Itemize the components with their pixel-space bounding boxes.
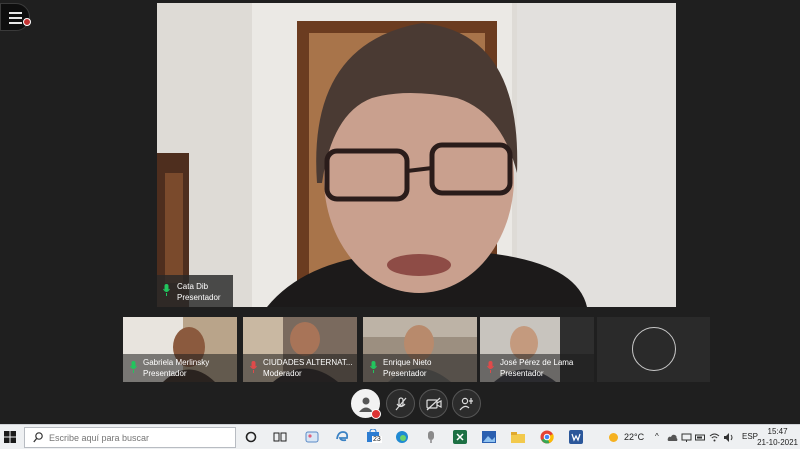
search-input[interactable]	[49, 431, 229, 445]
search-icon	[33, 432, 43, 443]
excel-icon[interactable]	[453, 430, 467, 444]
speaker-name: Cata Dib	[177, 282, 209, 291]
placeholder-circle-icon	[632, 327, 676, 371]
edge-legacy-icon[interactable]	[335, 430, 349, 444]
participant-role: Presentador	[383, 369, 427, 378]
microphone-muted-icon	[250, 361, 257, 373]
microphone-app-icon[interactable]	[424, 430, 438, 444]
store-app[interactable]: 23	[366, 428, 382, 445]
camera-off-icon	[425, 397, 442, 410]
menu-button[interactable]	[0, 3, 31, 31]
empty-participant-slot[interactable]	[597, 317, 710, 382]
microphone-icon	[370, 361, 377, 373]
windows-start-icon[interactable]	[4, 431, 16, 443]
participant-role: Presentador	[500, 369, 544, 378]
image-viewer-icon[interactable]	[482, 430, 496, 444]
edge-icon[interactable]	[395, 430, 409, 444]
battery-icon[interactable]	[695, 432, 706, 443]
chrome-icon[interactable]	[540, 430, 554, 444]
app-badge-count: 23	[372, 436, 382, 443]
onedrive-cloud-icon[interactable]	[667, 432, 678, 443]
taskbar: 23 22°C ^ ESP 15:47 21-10-2021	[0, 424, 800, 449]
status-badge	[371, 409, 381, 419]
volume-icon[interactable]	[723, 432, 734, 443]
user-icon	[358, 397, 373, 412]
participant-name: CIUDADES ALTERNAT...	[263, 358, 353, 367]
participant-tile[interactable]: CIUDADES ALTERNAT... Moderador	[243, 317, 357, 382]
file-explorer-icon[interactable]	[511, 430, 525, 444]
speaker-name-tag: Cata Dib Presentador	[157, 275, 233, 307]
microphone-icon	[163, 284, 170, 296]
clock-date: 21-10-2021	[757, 438, 798, 447]
chevron-up-icon[interactable]: ^	[655, 432, 659, 441]
participant-label: Gabriela Merlinsky Presentador	[123, 354, 237, 382]
participant-tile[interactable]: Enrique Nieto Presentador	[363, 317, 477, 382]
weather-sun-icon[interactable]	[608, 432, 619, 443]
language-indicator[interactable]: ESP	[742, 432, 758, 441]
participant-tile[interactable]: José Pérez de Lama Presentador	[480, 317, 594, 382]
mute-button[interactable]	[386, 389, 415, 418]
raise-hand-icon	[459, 397, 473, 410]
raise-hand-button[interactable]	[452, 389, 481, 418]
microphone-muted-icon	[487, 361, 494, 373]
participant-name: José Pérez de Lama	[500, 358, 574, 367]
clock-time: 15:47	[767, 427, 788, 436]
main-video: Cata Dib Presentador	[157, 3, 676, 307]
taskbar-search[interactable]	[24, 427, 236, 448]
user-status-button[interactable]	[351, 389, 381, 419]
participant-name: Enrique Nieto	[383, 358, 432, 367]
network-icon[interactable]	[681, 432, 692, 443]
taskbar-clock[interactable]: 15:47 21-10-2021	[757, 426, 798, 448]
participant-role: Presentador	[143, 369, 187, 378]
task-view-icon[interactable]	[273, 430, 287, 444]
participant-label: CIUDADES ALTERNAT... Moderador	[243, 354, 357, 382]
participant-role: Moderador	[263, 369, 302, 378]
participant-label: Enrique Nieto Presentador	[363, 354, 477, 382]
participant-label: José Pérez de Lama Presentador	[480, 354, 594, 382]
camera-button[interactable]	[419, 389, 448, 418]
recording-indicator	[23, 18, 31, 26]
photos-icon[interactable]	[305, 430, 319, 444]
participant-tile[interactable]: Gabriela Merlinsky Presentador	[123, 317, 237, 382]
hamburger-icon	[9, 12, 22, 27]
weather-temperature[interactable]: 22°C	[624, 432, 644, 442]
participant-name: Gabriela Merlinsky	[143, 358, 210, 367]
wifi-icon[interactable]	[709, 432, 720, 443]
speaker-video-frame	[157, 3, 676, 307]
microphone-muted-icon	[395, 396, 406, 410]
speaker-role: Presentador	[177, 293, 221, 302]
cortana-icon[interactable]	[244, 430, 258, 444]
word-icon[interactable]	[569, 430, 583, 444]
microphone-icon	[130, 361, 137, 373]
